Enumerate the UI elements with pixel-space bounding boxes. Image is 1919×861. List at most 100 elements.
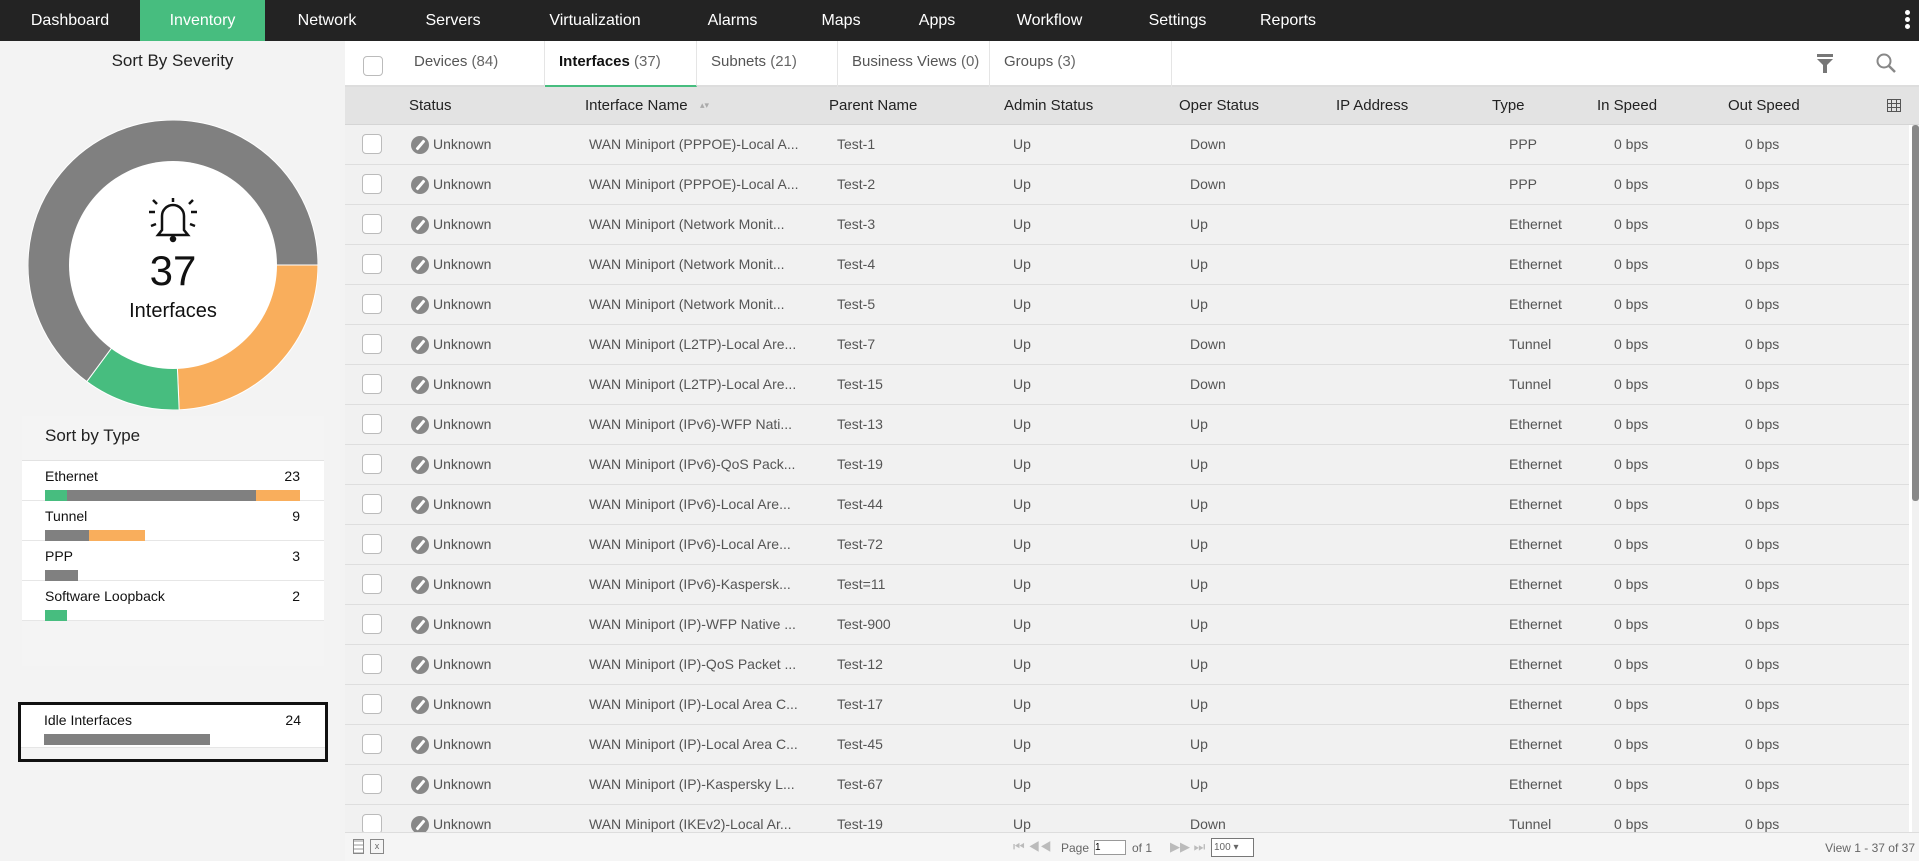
- table-row[interactable]: Unknown WAN Miniport (IP)-WFP Native ... T…: [345, 605, 1909, 645]
- type-row-tunnel[interactable]: Tunnel 9: [22, 501, 324, 541]
- cell-parent-name[interactable]: Test-7: [837, 336, 875, 352]
- row-checkbox[interactable]: [362, 774, 382, 794]
- table-row[interactable]: Unknown WAN Miniport (IPv6)-QoS Pack... Te…: [345, 445, 1909, 485]
- row-checkbox[interactable]: [362, 574, 382, 594]
- cell-parent-name[interactable]: Test-3: [837, 216, 875, 232]
- table-row[interactable]: Unknown WAN Miniport (L2TP)-Local Are... T…: [345, 365, 1909, 405]
- export-excel-icon[interactable]: x: [370, 839, 384, 854]
- sort-icon[interactable]: ▴▾: [700, 100, 709, 111]
- column-header-status[interactable]: Status: [409, 97, 452, 114]
- cell-interface-name[interactable]: WAN Miniport (PPPOE)-Local A...: [589, 176, 799, 192]
- cell-interface-name[interactable]: WAN Miniport (IP)-QoS Packet ...: [589, 656, 796, 672]
- tab-devices[interactable]: Devices (84): [400, 41, 545, 87]
- page-size-select[interactable]: 100 ▾: [1211, 838, 1254, 857]
- cell-interface-name[interactable]: WAN Miniport (IP)-Kaspersky L...: [589, 776, 795, 792]
- cell-interface-name[interactable]: WAN Miniport (PPPOE)-Local A...: [589, 136, 799, 152]
- row-checkbox[interactable]: [362, 414, 382, 434]
- next-last-page-icon[interactable]: ▶▶ ⏭: [1170, 839, 1205, 855]
- nav-alarms[interactable]: Alarms: [673, 0, 792, 41]
- cell-interface-name[interactable]: WAN Miniport (L2TP)-Local Are...: [589, 336, 796, 352]
- table-row[interactable]: Unknown WAN Miniport (IKEv2)-Local Ar... T…: [345, 805, 1909, 832]
- row-checkbox[interactable]: [362, 814, 382, 832]
- table-row[interactable]: Unknown WAN Miniport (IP)-Local Area C...…: [345, 685, 1909, 725]
- row-checkbox[interactable]: [362, 254, 382, 274]
- cell-parent-name[interactable]: Test-5: [837, 296, 875, 312]
- column-header-admin-status[interactable]: Admin Status: [1004, 97, 1093, 114]
- cell-parent-name[interactable]: Test-2: [837, 176, 875, 192]
- idle-interfaces-box[interactable]: Idle Interfaces 24: [18, 702, 328, 762]
- row-checkbox[interactable]: [362, 214, 382, 234]
- tab-business-views[interactable]: Business Views (0): [838, 41, 990, 87]
- cell-parent-name[interactable]: Test-12: [837, 656, 883, 672]
- cell-interface-name[interactable]: WAN Miniport (IPv6)-Kaspersk...: [589, 576, 791, 592]
- table-row[interactable]: Unknown WAN Miniport (IPv6)-WFP Nati... Te…: [345, 405, 1909, 445]
- cell-parent-name[interactable]: Test-4: [837, 256, 875, 272]
- nav-dashboard[interactable]: Dashboard: [0, 0, 140, 41]
- filter-icon[interactable]: [1816, 53, 1834, 73]
- first-prev-page-icon[interactable]: ⏮ ◀◀: [1013, 839, 1052, 855]
- row-checkbox[interactable]: [362, 454, 382, 474]
- nav-virtualization[interactable]: Virtualization: [517, 0, 673, 41]
- column-header-parent-name[interactable]: Parent Name: [829, 97, 917, 114]
- row-checkbox[interactable]: [362, 494, 382, 514]
- cell-interface-name[interactable]: WAN Miniport (Network Monit...: [589, 216, 785, 232]
- more-menu-icon[interactable]: [1905, 10, 1911, 31]
- tab-subnets[interactable]: Subnets (21): [697, 41, 838, 87]
- nav-inventory[interactable]: Inventory: [140, 0, 265, 41]
- tab-interfaces[interactable]: Interfaces (37): [545, 41, 697, 87]
- cell-parent-name[interactable]: Test-13: [837, 416, 883, 432]
- column-header-type[interactable]: Type: [1492, 97, 1525, 114]
- cell-parent-name[interactable]: Test-44: [837, 496, 883, 512]
- severity-donut[interactable]: 37 Interfaces: [28, 120, 318, 410]
- row-checkbox[interactable]: [362, 734, 382, 754]
- cell-interface-name[interactable]: WAN Miniport (IP)-Local Area C...: [589, 736, 798, 752]
- table-row[interactable]: Unknown WAN Miniport (Network Monit... Tes…: [345, 285, 1909, 325]
- table-row[interactable]: Unknown WAN Miniport (IP)-Kaspersky L... T…: [345, 765, 1909, 805]
- table-row[interactable]: Unknown WAN Miniport (L2TP)-Local Are... T…: [345, 325, 1909, 365]
- table-row[interactable]: Unknown WAN Miniport (IPv6)-Local Are... T…: [345, 485, 1909, 525]
- select-all-checkbox[interactable]: [363, 56, 383, 76]
- nav-apps[interactable]: Apps: [890, 0, 984, 41]
- column-header-ip-address[interactable]: IP Address: [1336, 97, 1408, 114]
- cell-interface-name[interactable]: WAN Miniport (IP)-Local Area C...: [589, 696, 798, 712]
- page-input[interactable]: [1094, 840, 1126, 855]
- idle-interfaces-row[interactable]: Idle Interfaces 24: [21, 705, 325, 748]
- cell-parent-name[interactable]: Test-19: [837, 456, 883, 472]
- cell-parent-name[interactable]: Test-67: [837, 776, 883, 792]
- type-row-ppp[interactable]: PPP 3: [22, 541, 324, 581]
- row-checkbox[interactable]: [362, 294, 382, 314]
- table-row[interactable]: Unknown WAN Miniport (Network Monit... Tes…: [345, 205, 1909, 245]
- row-checkbox[interactable]: [362, 654, 382, 674]
- type-row-software-loopback[interactable]: Software Loopback 2: [22, 581, 324, 621]
- table-row[interactable]: Unknown WAN Miniport (PPPOE)-Local A... Te…: [345, 125, 1909, 165]
- nav-workflow[interactable]: Workflow: [984, 0, 1115, 41]
- column-chooser-icon[interactable]: [1887, 99, 1901, 112]
- cell-interface-name[interactable]: WAN Miniport (Network Monit...: [589, 296, 785, 312]
- table-row[interactable]: Unknown WAN Miniport (Network Monit... Tes…: [345, 245, 1909, 285]
- nav-network[interactable]: Network: [265, 0, 389, 41]
- nav-maps[interactable]: Maps: [792, 0, 890, 41]
- cell-parent-name[interactable]: Test-1: [837, 136, 875, 152]
- cell-parent-name[interactable]: Test-19: [837, 816, 883, 832]
- cell-interface-name[interactable]: WAN Miniport (IPv6)-QoS Pack...: [589, 456, 795, 472]
- search-icon[interactable]: [1875, 52, 1897, 74]
- cell-interface-name[interactable]: WAN Miniport (IPv6)-WFP Nati...: [589, 416, 792, 432]
- tab-groups[interactable]: Groups (3): [990, 41, 1172, 87]
- column-header-in-speed[interactable]: In Speed: [1597, 97, 1657, 114]
- cell-interface-name[interactable]: WAN Miniport (IPv6)-Local Are...: [589, 496, 791, 512]
- row-checkbox[interactable]: [362, 334, 382, 354]
- table-row[interactable]: Unknown WAN Miniport (IPv6)-Local Are... T…: [345, 525, 1909, 565]
- table-row[interactable]: Unknown WAN Miniport (IP)-Local Area C...…: [345, 725, 1909, 765]
- column-header-interface-name[interactable]: Interface Name: [585, 97, 688, 114]
- cell-parent-name[interactable]: Test-72: [837, 536, 883, 552]
- column-header-out-speed[interactable]: Out Speed: [1728, 97, 1800, 114]
- cell-interface-name[interactable]: WAN Miniport (IKEv2)-Local Ar...: [589, 816, 792, 832]
- nav-servers[interactable]: Servers: [389, 0, 517, 41]
- row-checkbox[interactable]: [362, 174, 382, 194]
- cell-interface-name[interactable]: WAN Miniport (Network Monit...: [589, 256, 785, 272]
- nav-settings[interactable]: Settings: [1115, 0, 1240, 41]
- table-row[interactable]: Unknown WAN Miniport (IP)-QoS Packet ... T…: [345, 645, 1909, 685]
- cell-interface-name[interactable]: WAN Miniport (IP)-WFP Native ...: [589, 616, 796, 632]
- cell-parent-name[interactable]: Test-900: [837, 616, 891, 632]
- scrollbar-thumb[interactable]: [1912, 125, 1919, 501]
